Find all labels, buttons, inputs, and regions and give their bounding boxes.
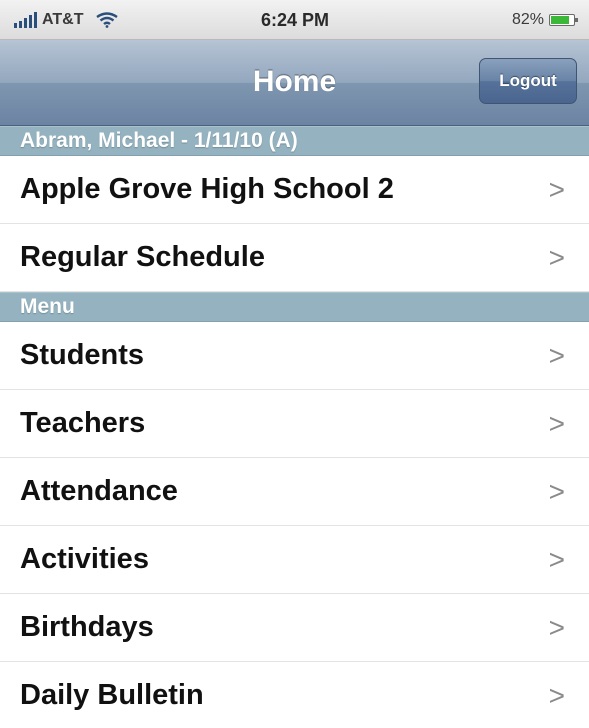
battery-fill xyxy=(551,16,569,24)
list-item-label: Apple Grove High School 2 xyxy=(20,173,394,205)
status-time: 6:24 PM xyxy=(260,10,330,30)
list-item-label: Activities xyxy=(20,543,149,575)
list-item-label: Students xyxy=(20,339,145,371)
chevron-right-icon: > xyxy=(548,476,565,507)
menu-item-daily-bulletin[interactable]: Daily Bulletin > xyxy=(0,662,589,728)
menu-item-activities[interactable]: Activities > xyxy=(0,526,589,594)
chevron-right-icon: > xyxy=(548,242,565,273)
page-title: Home xyxy=(252,65,337,98)
carrier-label: AT&T xyxy=(42,11,84,28)
chevron-right-icon: > xyxy=(548,174,565,205)
list-item-label: Daily Bulletin xyxy=(20,679,204,711)
list-item-label: Attendance xyxy=(20,475,178,507)
navigation-bar: Home Logout xyxy=(0,40,589,126)
list-item-label: Birthdays xyxy=(20,611,154,643)
section-header-menu: Menu xyxy=(0,292,589,322)
battery-nub xyxy=(575,18,578,22)
chevron-right-icon: > xyxy=(548,408,565,439)
status-bar: AT&T 6:24 PM 82% xyxy=(0,0,589,40)
status-left: AT&T xyxy=(14,10,119,30)
chevron-right-icon: > xyxy=(548,680,565,711)
menu-item-birthdays[interactable]: Birthdays > xyxy=(0,594,589,662)
battery-icon xyxy=(549,14,578,26)
list-item-label: Teachers xyxy=(20,407,146,439)
menu-item-teachers[interactable]: Teachers > xyxy=(0,390,589,458)
logout-button[interactable]: Logout xyxy=(479,58,577,104)
chevron-right-icon: > xyxy=(548,612,565,643)
list-item-school[interactable]: Apple Grove High School 2 > xyxy=(0,156,589,224)
battery-percent: 82% xyxy=(511,11,544,28)
status-right: 82% xyxy=(511,10,578,30)
iphone-screen: AT&T 6:24 PM 82% Home Logout Abram, Mich xyxy=(0,0,589,728)
wifi-icon xyxy=(96,12,119,28)
section-header-user: Abram, Michael - 1/11/10 (A) xyxy=(0,126,589,156)
chevron-right-icon: > xyxy=(548,340,565,371)
signal-icon xyxy=(14,12,37,28)
menu-item-attendance[interactable]: Attendance > xyxy=(0,458,589,526)
menu-item-students[interactable]: Students > xyxy=(0,322,589,390)
list-item-label: Regular Schedule xyxy=(20,241,265,273)
list-item-schedule[interactable]: Regular Schedule > xyxy=(0,224,589,292)
chevron-right-icon: > xyxy=(548,544,565,575)
